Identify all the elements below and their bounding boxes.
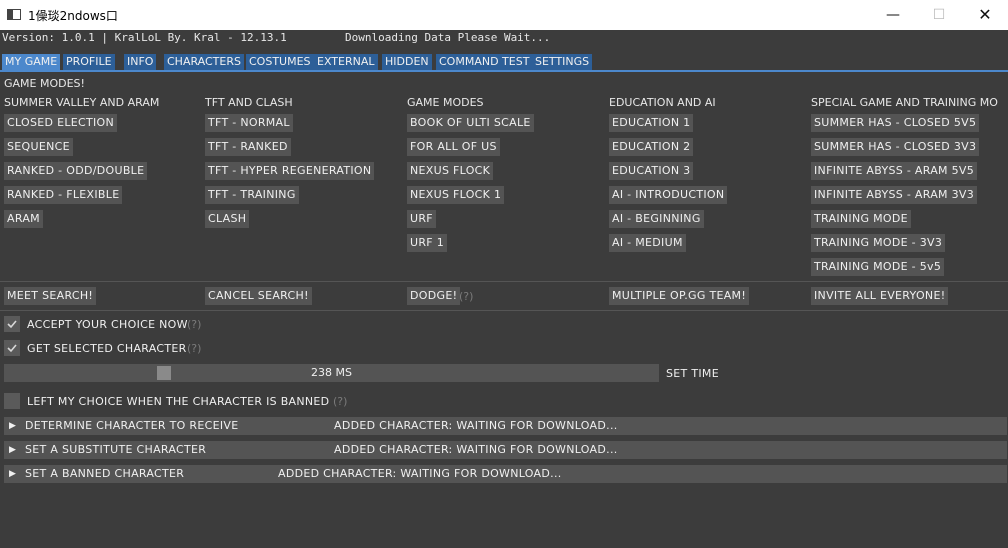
collapsible-status: ADDED CHARACTER: WAITING FOR DOWNLOAD... [334,443,618,456]
tab-command-test[interactable]: COMMAND TEST [436,54,533,70]
time-slider[interactable]: 238 MS [4,364,659,382]
mode-button-training-mode[interactable]: TRAINING MODE [811,210,911,228]
expand-arrow-icon: ▶ [9,445,17,455]
tab-costumes[interactable]: COSTUMES [246,54,314,70]
tab-characters[interactable]: CHARACTERS [164,54,244,70]
dodge-button[interactable]: DODGE! [407,287,461,305]
tab-underline [0,70,1008,72]
invite-all-button[interactable]: INVITE ALL EVERYONE! [811,287,949,305]
mode-button-ranked-odd-double[interactable]: RANKED - ODD/DOUBLE [4,162,148,180]
mode-button-tft-ranked[interactable]: TFT - RANKED [205,138,291,156]
meet-search-button[interactable]: MEET SEARCH! [4,287,97,305]
tab-bar: MY GAME PROFILE INFO CHARACTERS COSTUMES… [0,54,1008,71]
collapsible-label: DETERMINE CHARACTER TO RECEIVE [25,419,239,432]
download-status: Downloading Data Please Wait... [345,31,551,44]
separator [0,310,1008,311]
expand-arrow-icon: ▶ [9,421,17,431]
mode-button-infinite-abyss-aram-5v5[interactable]: INFINITE ABYSS - ARAM 5V5 [811,162,978,180]
multiple-opgg-team-button[interactable]: MULTIPLE OP.GG TEAM! [609,287,750,305]
info-bar: Version: 1.0.1 | KralLoL By. Kral - 12.1… [0,30,1008,46]
help-hint[interactable]: (?) [333,395,347,408]
column-header: EDUCATION AND AI [609,96,716,109]
determine-character-collapsible[interactable]: ▶ DETERMINE CHARACTER TO RECEIVE ADDED C… [4,417,1007,435]
mode-button-ai-beginning[interactable]: AI - BEGINNING [609,210,704,228]
mode-button-ai-introduction[interactable]: AI - INTRODUCTION [609,186,728,204]
column-header: GAME MODES [407,96,484,109]
collapsible-label: SET A SUBSTITUTE CHARACTER [25,443,207,456]
minimize-icon[interactable]: — [870,0,916,30]
get-selected-character-checkbox[interactable] [4,340,20,356]
checkmark-icon [7,320,17,329]
mode-button-summer-has-closed-5v5[interactable]: SUMMER HAS - CLOSED 5V5 [811,114,980,132]
banned-character-collapsible[interactable]: ▶ SET A BANNED CHARACTER ADDED CHARACTER… [4,465,1007,483]
cancel-search-button[interactable]: CANCEL SEARCH! [205,287,312,305]
mode-button-clash[interactable]: CLASH [205,210,250,228]
help-hint[interactable]: (?) [187,318,201,331]
section-title: GAME MODES! [4,77,85,90]
maximize-icon[interactable]: ☐ [916,0,962,30]
mode-button-training-mode-3v3[interactable]: TRAINING MODE - 3V3 [811,234,946,252]
app-icon [7,9,21,20]
get-selected-character-label: GET SELECTED CHARACTER [27,342,187,355]
tab-external[interactable]: EXTERNAL [314,54,378,70]
mode-button-tft-training[interactable]: TFT - TRAINING [205,186,299,204]
mode-button-tft-hyper-regeneration[interactable]: TFT - HYPER REGENERATION [205,162,375,180]
help-hint[interactable]: (?) [459,290,473,303]
slider-value: 238 MS [311,366,352,379]
mode-button-nexus-flock[interactable]: NEXUS FLOCK [407,162,494,180]
mode-button-ai-medium[interactable]: AI - MEDIUM [609,234,686,252]
accept-choice-checkbox[interactable] [4,316,20,332]
close-icon[interactable]: ✕ [962,0,1008,30]
left-choice-banned-label: LEFT MY CHOICE WHEN THE CHARACTER IS BAN… [27,395,330,408]
mode-button-for-all-of-us[interactable]: FOR ALL OF US [407,138,500,156]
substitute-character-collapsible[interactable]: ▶ SET A SUBSTITUTE CHARACTER ADDED CHARA… [4,441,1007,459]
mode-button-training-mode-5v5[interactable]: TRAINING MODE - 5v5 [811,258,945,276]
left-choice-banned-checkbox[interactable] [4,393,20,409]
tab-hidden[interactable]: HIDDEN [382,54,432,70]
mode-button-summer-has-closed-3v3[interactable]: SUMMER HAS - CLOSED 3V3 [811,138,980,156]
mode-button-nexus-flock-1[interactable]: NEXUS FLOCK 1 [407,186,505,204]
tab-profile[interactable]: PROFILE [63,54,115,70]
mode-button-tft-normal[interactable]: TFT - NORMAL [205,114,293,132]
mode-button-book-of-ulti-scale[interactable]: BOOK OF ULTI SCALE [407,114,534,132]
mode-button-aram[interactable]: ARAM [4,210,43,228]
help-hint[interactable]: (?) [187,342,201,355]
collapsible-status: ADDED CHARACTER: WAITING FOR DOWNLOAD... [334,419,618,432]
mode-button-education-3[interactable]: EDUCATION 3 [609,162,694,180]
collapsible-label: SET A BANNED CHARACTER [25,467,185,480]
mode-button-infinite-abyss-aram-3v3[interactable]: INFINITE ABYSS - ARAM 3V3 [811,186,978,204]
tab-info[interactable]: INFO [124,54,157,70]
version-text: Version: 1.0.1 | KralLoL By. Kral - 12.1… [2,31,287,44]
set-time-label: SET TIME [666,367,719,380]
mode-button-urf-1[interactable]: URF 1 [407,234,448,252]
mode-button-education-2[interactable]: EDUCATION 2 [609,138,694,156]
tab-settings[interactable]: SETTINGS [532,54,593,70]
mode-button-ranked-flexible[interactable]: RANKED - FLEXIBLE [4,186,123,204]
column-header: TFT AND CLASH [205,96,293,109]
separator [0,281,1008,282]
mode-button-education-1[interactable]: EDUCATION 1 [609,114,694,132]
mode-button-closed-election[interactable]: CLOSED ELECTION [4,114,118,132]
tab-my-game[interactable]: MY GAME [2,54,61,70]
mode-button-sequence[interactable]: SEQUENCE [4,138,73,156]
window-titlebar: 1僺琰2ndows口 — ☐ ✕ [0,0,1008,30]
column-header: SUMMER VALLEY AND ARAM [4,96,160,109]
accept-choice-label: ACCEPT YOUR CHOICE NOW [27,318,188,331]
window-title: 1僺琰2ndows口 [28,9,118,23]
column-header: SPECIAL GAME AND TRAINING MO [811,96,998,109]
checkmark-icon [7,344,17,353]
collapsible-status: ADDED CHARACTER: WAITING FOR DOWNLOAD... [278,467,562,480]
mode-button-urf[interactable]: URF [407,210,436,228]
expand-arrow-icon: ▶ [9,469,17,479]
